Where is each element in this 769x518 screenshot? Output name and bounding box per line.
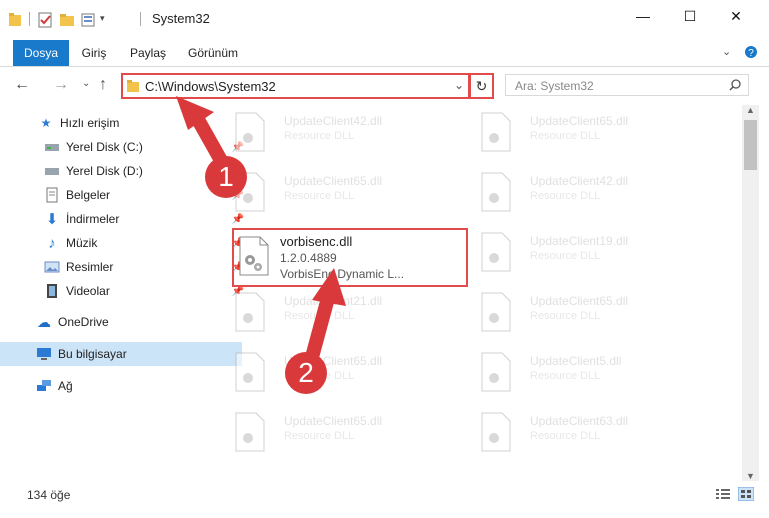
annotation-arrowhead-2 [312, 268, 346, 306]
step-badge-1: 1 [205, 156, 247, 198]
step-badge-2: 2 [285, 352, 327, 394]
annotation-overlay [176, 96, 346, 379]
